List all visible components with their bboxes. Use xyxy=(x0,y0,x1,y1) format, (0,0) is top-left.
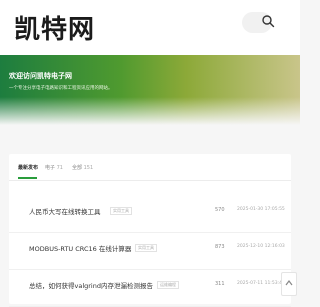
hero-title: 欢迎访问凯特电子网 xyxy=(9,72,72,80)
article-date: 2025-07-11 11:53:42 xyxy=(237,281,285,286)
article-views: 570 xyxy=(215,207,225,213)
article-row[interactable]: MODBUS-RTU CRC16 在线计算器 实用工具 873 2025-12-… xyxy=(9,233,291,270)
article-title[interactable]: 总结，如何获得valgrind内存泄漏检测报告 xyxy=(29,280,153,290)
tab-all[interactable]: 全部 151 xyxy=(72,164,93,171)
article-category-badge[interactable]: 实用工具 xyxy=(110,207,132,215)
arrow-up-icon xyxy=(285,280,293,286)
tab-all-count: 151 xyxy=(83,165,94,171)
hero-banner: 欢迎访问凯特电子网 一个专注分享电子电路知识和工程资讯应用的网站。 xyxy=(0,55,300,125)
article-category-badge[interactable]: 实用工具 xyxy=(135,244,157,252)
article-row[interactable]: 总结，如何获得valgrind内存泄漏检测报告 运维编程 311 2025-07… xyxy=(9,270,291,307)
tab-all-label: 全部 xyxy=(72,165,83,171)
tab-electronics-count: 71 xyxy=(56,165,63,171)
search-icon[interactable] xyxy=(261,14,275,28)
article-date: 2025-12-10 12:16:03 xyxy=(237,244,285,249)
tab-latest-label: 最新发布 xyxy=(18,165,39,171)
site-header: 凯特网 xyxy=(0,0,300,55)
article-date: 2025-01-30 17:05:55 xyxy=(237,207,285,212)
tab-electronics-label: 电子 xyxy=(45,165,56,171)
article-panel: 最新发布 电子 71 全部 151 人民币大写在线转换工具 实用工具 570 2… xyxy=(9,154,291,307)
tab-electronics[interactable]: 电子 71 xyxy=(45,164,63,171)
article-views: 873 xyxy=(215,244,225,250)
article-row[interactable]: 人民币大写在线转换工具 实用工具 570 2025-01-30 17:05:55 xyxy=(9,196,291,233)
active-tab-indicator xyxy=(18,177,37,179)
site-logo[interactable]: 凯特网 xyxy=(14,9,95,46)
tab-latest[interactable]: 最新发布 xyxy=(18,164,38,171)
article-category-badge[interactable]: 运维编程 xyxy=(157,281,179,289)
article-views: 311 xyxy=(215,281,225,287)
article-title[interactable]: MODBUS-RTU CRC16 在线计算器 xyxy=(29,243,131,253)
article-title[interactable]: 人民币大写在线转换工具 xyxy=(29,206,101,216)
hero-subtitle: 一个专注分享电子电路知识和工程资讯应用的网站。 xyxy=(9,86,113,91)
tab-bar: 最新发布 电子 71 全部 151 xyxy=(9,154,291,181)
back-to-top-button[interactable] xyxy=(281,272,297,296)
